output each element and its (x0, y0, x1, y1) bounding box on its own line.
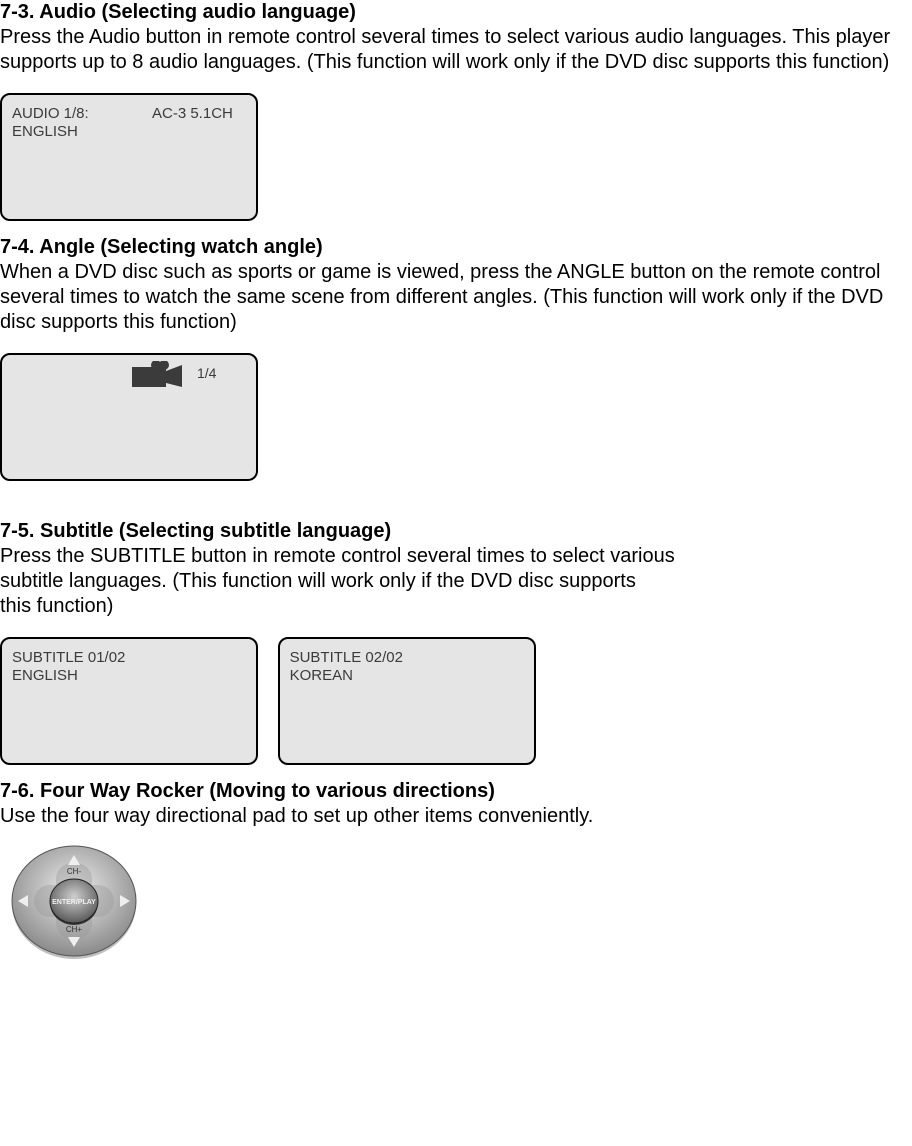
heading-7-6: 7-6. Four Way Rocker (Moving to various … (0, 779, 912, 804)
osd-audio-index: AUDIO 1/8: (12, 105, 89, 124)
heading-7-4: 7-4. Angle (Selecting watch angle) (0, 235, 912, 260)
paragraph-7-5-line3: this function) (0, 594, 912, 619)
paragraph-7-3: Press the Audio button in remote control… (0, 25, 912, 75)
osd-audio-language: ENGLISH (12, 123, 78, 142)
osd-subtitle1-index: SUBTITLE 01/02 (12, 649, 125, 668)
rocker-center-label: ENTER/PLAY (52, 899, 96, 906)
osd-screen-subtitle-1: SUBTITLE 01/02 ENGLISH (0, 637, 258, 765)
rocker-label-top: CH- (67, 867, 82, 876)
paragraph-7-5-line2: subtitle languages. (This function will … (0, 569, 912, 594)
heading-7-3: 7-3. Audio (Selecting audio language) (0, 0, 912, 25)
paragraph-7-6: Use the four way directional pad to set … (0, 804, 912, 829)
osd-audio-codec: AC-3 5.1CH (152, 105, 233, 124)
paragraph-7-5-line1: Press the SUBTITLE button in remote cont… (0, 544, 912, 569)
osd-subtitle2-language: KOREAN (290, 667, 353, 686)
osd-screen-audio: AUDIO 1/8: AC-3 5.1CH ENGLISH (0, 93, 258, 221)
camera-icon (132, 361, 188, 398)
osd-angle-index: 1/4 (197, 365, 216, 383)
osd-screen-subtitle-2: SUBTITLE 02/02 KOREAN (278, 637, 536, 765)
osd-screen-angle: 1/4 (0, 353, 258, 481)
paragraph-7-4: When a DVD disc such as sports or game i… (0, 260, 912, 335)
osd-subtitle2-index: SUBTITLE 02/02 (290, 649, 403, 668)
rocker-label-bottom: CH+ (66, 925, 83, 934)
heading-7-5: 7-5. Subtitle (Selecting subtitle langua… (0, 519, 912, 544)
osd-subtitle1-language: ENGLISH (12, 667, 78, 686)
four-way-rocker-image: CH- CH+ ENTER/PLAY (4, 841, 912, 968)
